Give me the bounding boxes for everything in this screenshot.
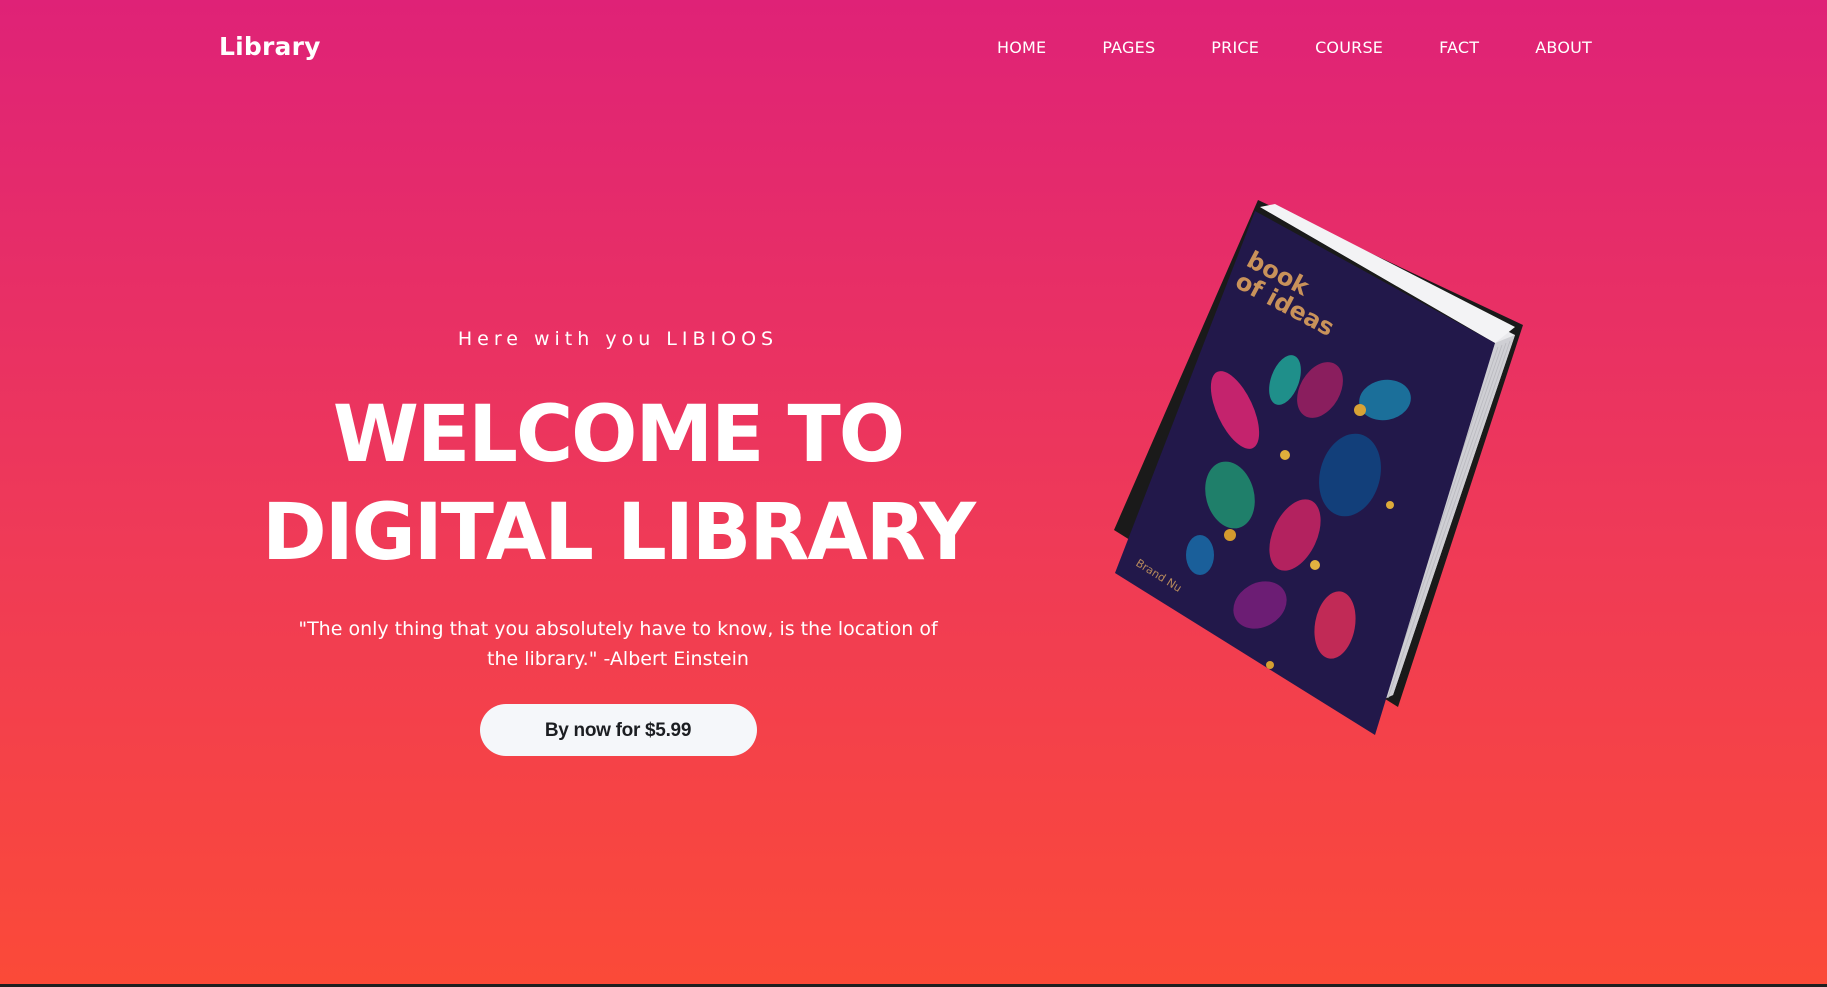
nav-link-about[interactable]: ABOUT	[1535, 38, 1592, 57]
nav-link-price[interactable]: PRICE	[1211, 38, 1259, 57]
page: Library HOME PAGES PRICE COURSE FACT ABO…	[0, 0, 1827, 984]
navbar: Library HOME PAGES PRICE COURSE FACT ABO…	[0, 0, 1827, 96]
nav-link-fact[interactable]: FACT	[1439, 38, 1479, 57]
nav-links: HOME PAGES PRICE COURSE FACT ABOUT	[941, 38, 1592, 57]
logo[interactable]: Library	[219, 32, 321, 61]
nav-link-course[interactable]: COURSE	[1315, 38, 1383, 57]
hero-quote: "The only thing that you absolutely have…	[298, 618, 938, 670]
buy-now-button[interactable]: By now for $5.99	[479, 704, 757, 756]
hero-section: Here with you LIBIOOS WELCOME TO DIGITAL…	[250, 320, 986, 756]
hero-headline: WELCOME TO DIGITAL LIBRARY	[250, 386, 986, 582]
nav-link-pages[interactable]: PAGES	[1102, 38, 1155, 57]
nav-link-home[interactable]: HOME	[997, 38, 1046, 57]
hero-headline-line-1: WELCOME TO	[332, 390, 905, 480]
book-image: book of ideas Brand Nu	[1110, 195, 1530, 745]
hero-headline-line-2: DIGITAL LIBRARY	[261, 488, 976, 578]
book-illustration: book of ideas Brand Nu	[1114, 200, 1523, 735]
hero-eyebrow: Here with you LIBIOOS	[457, 328, 779, 350]
